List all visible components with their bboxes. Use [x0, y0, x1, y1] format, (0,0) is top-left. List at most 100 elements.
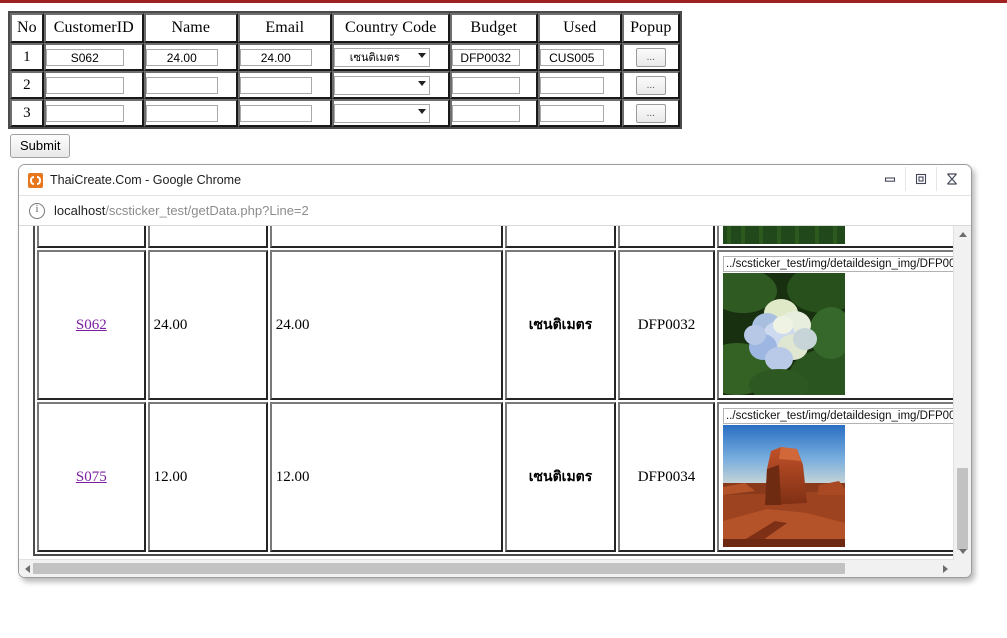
country-code-select[interactable] — [333, 103, 430, 123]
cell-value2 — [269, 226, 504, 248]
name-input[interactable] — [145, 76, 218, 94]
info-circle-icon[interactable] — [29, 202, 45, 219]
customer-id-link[interactable]: S062 — [76, 317, 107, 333]
scroll-right-button[interactable] — [937, 560, 954, 577]
email-input[interactable] — [239, 104, 312, 122]
popup-button[interactable]: ... — [635, 75, 666, 95]
scrollable-content: S062 24.00 24.00 เซนติเมตร DFP0032 ../sc… — [19, 226, 954, 560]
header-budget: Budget — [449, 13, 538, 43]
used-cell — [537, 71, 622, 99]
email-cell: 24.00 — [237, 43, 332, 71]
header-popup: Popup — [621, 13, 680, 43]
header-country-code: Country Code — [331, 13, 450, 43]
vertical-scrollbar[interactable] — [953, 226, 971, 560]
address-bar-url: localhost/scsticker_test/getData.php?Lin… — [54, 203, 309, 218]
entry-form-row: 3 ... — [10, 99, 680, 127]
cell-id — [37, 226, 146, 248]
thumbnail-clip — [722, 226, 845, 244]
email-cell — [237, 99, 332, 127]
horizontal-scrollbar[interactable] — [19, 559, 954, 577]
image-path-input[interactable]: ../scsticker_test/img/detaildesign_img/D… — [722, 407, 954, 424]
entry-form-table: No CustomerID Name Email Country Code Bu… — [8, 11, 682, 129]
cell-image: ../scsticker_test/img/detaildesign_img/D… — [716, 250, 954, 400]
used-input[interactable] — [539, 76, 604, 94]
triangle-left-icon — [25, 564, 30, 573]
customer-id-input[interactable] — [45, 104, 124, 122]
cell-code: DFP0034 — [617, 402, 715, 552]
popup-cell: ... — [621, 71, 680, 99]
scroll-up-button[interactable] — [954, 226, 971, 243]
url-host: localhost — [54, 203, 106, 218]
vertical-scrollbar-thumb[interactable] — [957, 468, 968, 550]
url-path: /scsticker_test/getData.php?Line=2 — [105, 203, 309, 218]
results-table: S062 24.00 24.00 เซนติเมตร DFP0032 ../sc… — [33, 226, 954, 556]
chevron-down-icon — [417, 52, 426, 58]
country-code-cell — [331, 71, 450, 99]
yellow-tulips-thumbnail — [722, 226, 845, 244]
chevron-down-icon — [417, 108, 426, 114]
submit-button[interactable]: Submit — [10, 134, 71, 158]
red-desert-butte-thumbnail — [722, 424, 845, 547]
country-code-select[interactable]: เซนติเมตร — [333, 47, 430, 67]
close-button[interactable] — [936, 167, 967, 191]
page-viewport: S062 24.00 24.00 เซนติเมตร DFP0032 ../sc… — [19, 226, 971, 577]
customer-id-input[interactable] — [45, 76, 124, 94]
cell-unit: เซนติเมตร — [505, 250, 616, 400]
cell-value2: 24.00 — [269, 250, 504, 400]
email-cell — [237, 71, 332, 99]
popup-button[interactable]: ... — [635, 47, 666, 67]
horizontal-scrollbar-thumb[interactable] — [33, 563, 845, 574]
name-input[interactable]: 24.00 — [145, 48, 218, 66]
cell-unit: เซนติเมตร — [505, 402, 616, 552]
cell-value1: 24.00 — [147, 250, 268, 400]
customer-id-input[interactable]: S062 — [45, 48, 124, 66]
cell-code: DFP0032 — [617, 250, 715, 400]
cell-image — [716, 226, 954, 248]
header-name: Name — [143, 13, 238, 43]
popup-button[interactable]: ... — [635, 103, 666, 123]
country-code-cell: เซนติเมตร — [331, 43, 450, 71]
window-title: ThaiCreate.Com - Google Chrome — [50, 173, 242, 187]
triangle-right-icon — [943, 564, 948, 573]
budget-input[interactable] — [451, 76, 520, 94]
table-row: S075 12.00 12.00 เซนติเมตร DFP0034 ../sc… — [37, 402, 954, 552]
cell-id: S062 — [37, 250, 146, 400]
address-bar[interactable]: localhost/scsticker_test/getData.php?Lin… — [19, 196, 971, 226]
entry-form-row: 2 ... — [10, 71, 680, 99]
window-controls — [875, 167, 967, 191]
restore-button[interactable] — [905, 167, 936, 191]
name-cell — [143, 71, 238, 99]
scrollbar-corner — [954, 560, 971, 577]
table-row — [37, 226, 954, 248]
table-row: S062 24.00 24.00 เซนติเมตร DFP0032 ../sc… — [37, 250, 954, 400]
used-cell — [537, 99, 622, 127]
minimize-button[interactable] — [875, 167, 905, 191]
chrome-popup-window: ThaiCreate.Com - Google Chrome localhost… — [18, 164, 972, 578]
entry-form: No CustomerID Name Email Country Code Bu… — [8, 11, 682, 158]
used-input[interactable]: CUS005 — [539, 48, 604, 66]
page-content: S062 24.00 24.00 เซนติเมตร DFP0032 ../sc… — [33, 226, 954, 556]
budget-input[interactable]: DFP0032 — [451, 48, 520, 66]
used-cell: CUS005 — [537, 43, 622, 71]
header-used: Used — [537, 13, 622, 43]
email-input[interactable] — [239, 76, 312, 94]
entry-form-header-row: No CustomerID Name Email Country Code Bu… — [10, 13, 680, 43]
triangle-up-icon — [958, 232, 967, 237]
budget-cell — [449, 99, 538, 127]
window-titlebar[interactable]: ThaiCreate.Com - Google Chrome — [19, 165, 971, 196]
name-input[interactable] — [145, 104, 218, 122]
image-path-input[interactable]: ../scsticker_test/img/detaildesign_img/D… — [722, 255, 954, 272]
header-no: No — [10, 13, 44, 43]
customer-id-cell — [43, 71, 144, 99]
row-number: 2 — [10, 71, 44, 99]
country-code-select[interactable] — [333, 75, 430, 95]
email-input[interactable]: 24.00 — [239, 48, 312, 66]
country-code-selected-value: เซนติเมตร — [349, 51, 400, 64]
used-input[interactable] — [539, 104, 604, 122]
scroll-down-button[interactable] — [954, 543, 971, 560]
customer-id-link[interactable]: S075 — [76, 469, 107, 485]
cell-code — [617, 226, 715, 248]
row-number: 3 — [10, 99, 44, 127]
budget-input[interactable] — [451, 104, 520, 122]
name-cell: 24.00 — [143, 43, 238, 71]
